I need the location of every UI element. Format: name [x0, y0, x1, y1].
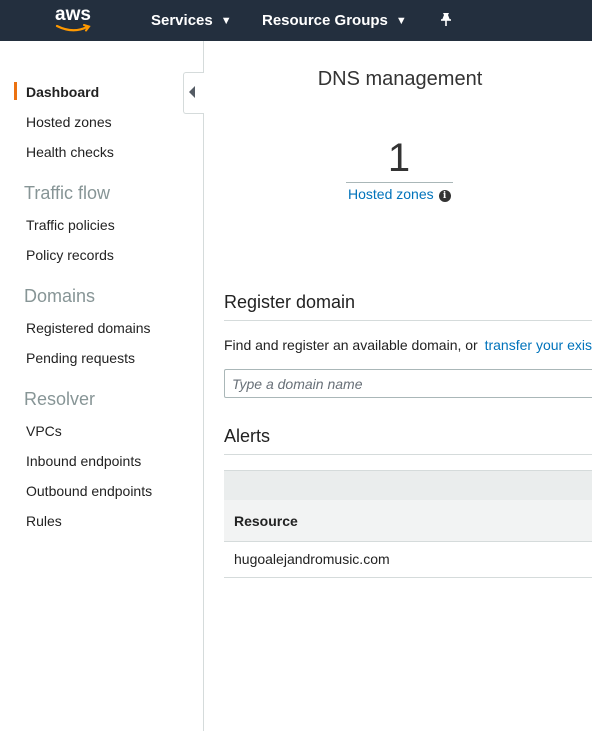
pin-icon[interactable] — [438, 12, 454, 28]
alerts-table-toolbar — [224, 470, 592, 501]
info-icon[interactable]: i — [438, 190, 451, 202]
column-header-resource[interactable]: Resource — [234, 513, 298, 529]
register-domain-description: Find and register an available domain, o… — [224, 337, 592, 353]
console-page: aws Services ▼ Resource Groups ▼ Dashboard… — [0, 0, 592, 731]
sidebar-item-hosted-zones[interactable]: Hosted zones — [26, 114, 112, 130]
hosted-zones-link[interactable]: Hosted zones i — [348, 186, 451, 203]
chevron-down-icon: ▼ — [395, 15, 407, 27]
table-row[interactable]: hugoalejandromusic.com — [224, 542, 592, 578]
transfer-domains-link[interactable]: transfer your existing domains to Route … — [485, 337, 592, 353]
aws-smile-icon — [55, 24, 91, 32]
alerts-table-header: Resource — [224, 500, 592, 542]
sidebar-collapse-button[interactable] — [183, 72, 204, 114]
sidebar-item-inbound-endpoints[interactable]: Inbound endpoints — [26, 453, 141, 469]
top-navigation-bar: aws Services ▼ Resource Groups ▼ — [0, 0, 592, 41]
hosted-zones-count: 1 — [387, 136, 411, 180]
sidebar: Dashboard Hosted zones Health checks Tra… — [0, 41, 204, 731]
sidebar-section-domains: Domains — [24, 286, 96, 306]
register-domain-text: Find and register an available domain, o… — [224, 337, 478, 353]
sidebar-section-traffic-flow: Traffic flow — [24, 183, 111, 203]
register-domain-heading: Register domain — [224, 292, 356, 312]
sidebar-section-resolver: Resolver — [24, 389, 96, 409]
count-divider — [346, 182, 453, 183]
aws-logo-text: aws — [55, 4, 91, 25]
sidebar-item-rules[interactable]: Rules — [26, 513, 62, 529]
hosted-zones-link-label: Hosted zones — [348, 186, 434, 202]
register-domain-divider — [224, 320, 592, 321]
sidebar-item-vpcs[interactable]: VPCs — [26, 423, 62, 439]
services-menu-label: Services — [151, 12, 213, 29]
alerts-heading: Alerts — [224, 426, 271, 446]
chevron-left-icon — [189, 86, 195, 98]
chevron-down-icon: ▼ — [220, 15, 232, 27]
page-title: DNS management — [317, 68, 483, 90]
table-cell-resource: hugoalejandromusic.com — [234, 551, 390, 567]
active-item-marker — [14, 82, 17, 100]
resource-groups-menu[interactable]: Resource Groups ▼ — [262, 12, 407, 29]
alerts-divider — [224, 454, 592, 455]
sidebar-item-policy-records[interactable]: Policy records — [26, 247, 114, 263]
sidebar-item-dashboard[interactable]: Dashboard — [26, 84, 99, 100]
domain-name-input[interactable] — [224, 369, 592, 398]
aws-logo[interactable]: aws — [55, 4, 99, 34]
sidebar-item-pending-requests[interactable]: Pending requests — [26, 350, 135, 366]
services-menu[interactable]: Services ▼ — [151, 12, 232, 29]
resource-groups-menu-label: Resource Groups — [262, 12, 388, 29]
sidebar-item-traffic-policies[interactable]: Traffic policies — [26, 217, 115, 233]
sidebar-item-health-checks[interactable]: Health checks — [26, 144, 114, 160]
sidebar-item-outbound-endpoints[interactable]: Outbound endpoints — [26, 483, 152, 499]
sidebar-item-registered-domains[interactable]: Registered domains — [26, 320, 151, 336]
